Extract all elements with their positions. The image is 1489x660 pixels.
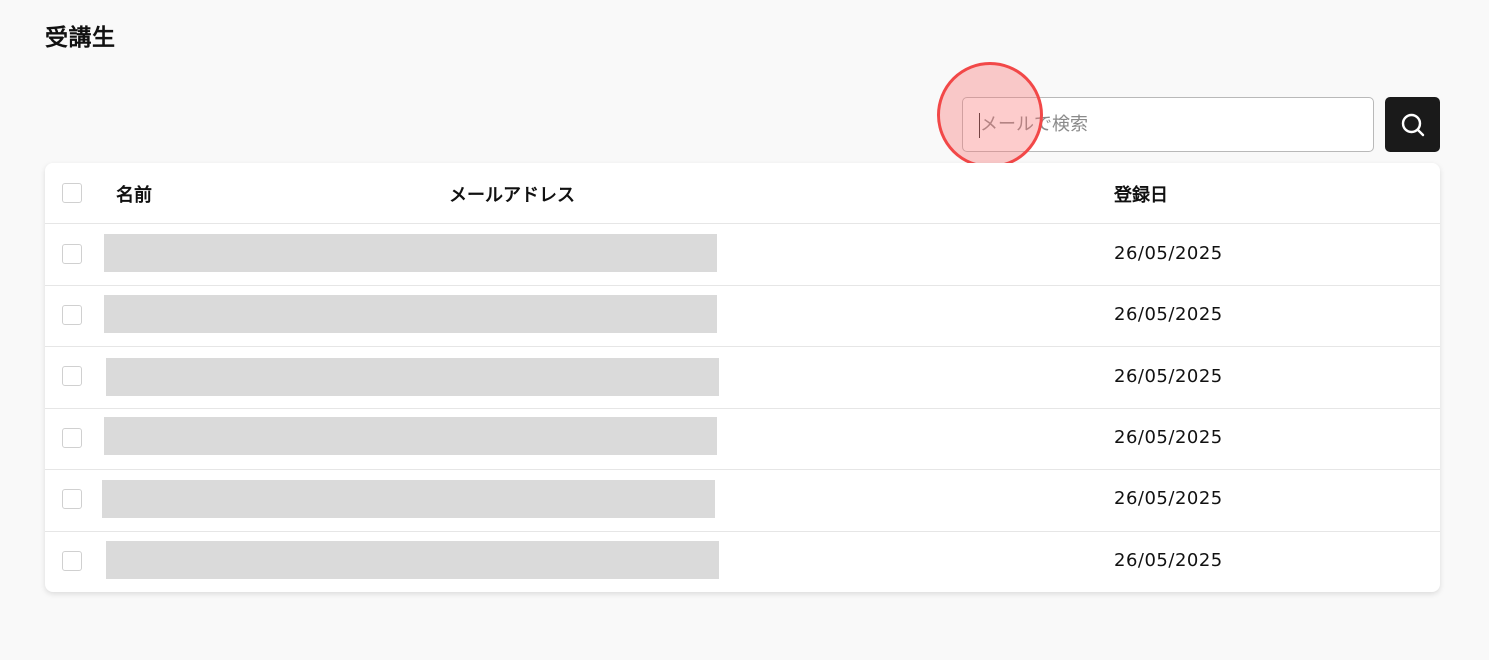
- column-header-registered[interactable]: 登録日: [1114, 181, 1168, 207]
- table-row[interactable]: 26/05/2025: [45, 224, 1440, 286]
- page-title: 受講生: [45, 25, 116, 51]
- redacted-name-email: [106, 541, 719, 579]
- registered-date: 26/05/2025: [1114, 243, 1223, 264]
- row-checkbox[interactable]: [62, 366, 82, 386]
- table-row[interactable]: 26/05/2025: [45, 347, 1440, 409]
- registered-date: 26/05/2025: [1114, 427, 1223, 448]
- students-table: 名前 メールアドレス 登録日 26/05/2025 26/05/2025 26/…: [45, 163, 1440, 592]
- redacted-name-email: [104, 295, 717, 333]
- row-checkbox[interactable]: [62, 489, 82, 509]
- redacted-name-email: [104, 234, 717, 272]
- row-checkbox[interactable]: [62, 551, 82, 571]
- row-checkbox[interactable]: [62, 305, 82, 325]
- table-row[interactable]: 26/05/2025: [45, 286, 1440, 347]
- table-row[interactable]: 26/05/2025: [45, 409, 1440, 470]
- search-button[interactable]: [1385, 97, 1440, 152]
- registered-date: 26/05/2025: [1114, 550, 1223, 571]
- redacted-name-email: [106, 358, 719, 396]
- redacted-name-email: [102, 480, 715, 518]
- table-row[interactable]: 26/05/2025: [45, 470, 1440, 532]
- column-header-email[interactable]: メールアドレス: [449, 181, 575, 207]
- registered-date: 26/05/2025: [1114, 488, 1223, 509]
- table-header: 名前 メールアドレス 登録日: [45, 163, 1440, 224]
- column-header-name[interactable]: 名前: [116, 181, 152, 207]
- search-input[interactable]: [963, 98, 1373, 151]
- select-all-checkbox[interactable]: [62, 183, 82, 203]
- table-row[interactable]: 26/05/2025: [45, 532, 1440, 592]
- row-checkbox[interactable]: [62, 244, 82, 264]
- text-caret: [979, 113, 980, 138]
- search-field[interactable]: [962, 97, 1374, 152]
- search-icon: [1401, 113, 1424, 136]
- row-checkbox[interactable]: [62, 428, 82, 448]
- registered-date: 26/05/2025: [1114, 366, 1223, 387]
- redacted-name-email: [104, 417, 717, 455]
- registered-date: 26/05/2025: [1114, 304, 1223, 325]
